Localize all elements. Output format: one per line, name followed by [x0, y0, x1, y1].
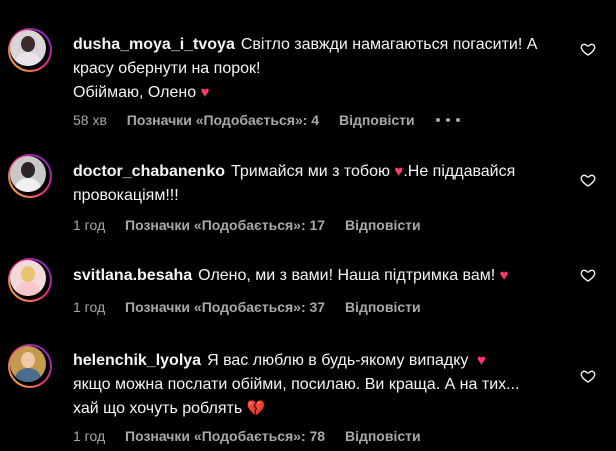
comment-time[interactable]: 1 год [73, 427, 105, 445]
comment-text: svitlana.besaha Олено, ми з вами! Наша пі… [73, 267, 509, 284]
comment-item: svitlana.besaha Олено, ми з вами! Наша пі… [0, 245, 616, 330]
heart-icon: ♥ [499, 267, 509, 284]
comment-meta: 1 год Позначки «Подобається»: 37 Відпові… [73, 298, 421, 316]
like-heart-icon[interactable] [580, 172, 596, 188]
heart-icon: ♥ [394, 163, 404, 180]
username[interactable]: dusha_moya_i_tvoya [73, 36, 235, 53]
likes-count[interactable]: Позначки «Подобається»: 17 [125, 216, 325, 234]
username[interactable]: helenchik_lyolya [73, 352, 201, 369]
broken-heart-icon: 💔 [246, 400, 266, 417]
reply-button[interactable]: Відповісти [345, 298, 421, 316]
likes-count[interactable]: Позначки «Подобається»: 37 [125, 298, 325, 316]
reply-button[interactable]: Відповісти [345, 427, 421, 445]
comment-item: doctor_chabanenko Тримайся ми з тобою ♥.Н… [0, 135, 616, 245]
likes-count[interactable]: Позначки «Подобається»: 78 [125, 427, 325, 445]
comment-meta: 58 хв Позначки «Подобається»: 4 Відповіс… [73, 111, 415, 129]
heart-icon: ♥ [200, 84, 210, 101]
more-options-icon[interactable] [436, 113, 460, 127]
reply-button[interactable]: Відповісти [345, 216, 421, 234]
comment-text: helenchik_lyolya Я вас люблю в будь-якому… [73, 352, 520, 417]
comment-text: dusha_moya_i_tvoya Світло завжди намагают… [73, 36, 538, 101]
comment-time[interactable]: 1 год [73, 298, 105, 316]
comment-item: dusha_moya_i_tvoya Світло завжди намагают… [0, 0, 616, 135]
username[interactable]: doctor_chabanenko [73, 163, 225, 180]
comment-time[interactable]: 58 хв [73, 111, 107, 129]
avatar[interactable] [8, 258, 52, 302]
likes-count[interactable]: Позначки «Подобається»: 4 [127, 111, 319, 129]
reply-button[interactable]: Відповісти [339, 111, 415, 129]
like-heart-icon[interactable] [580, 267, 596, 283]
comment-meta: 1 год Позначки «Подобається»: 78 Відпові… [73, 427, 421, 445]
comment-time[interactable]: 1 год [73, 216, 105, 234]
username[interactable]: svitlana.besaha [73, 267, 192, 284]
comment-meta: 1 год Позначки «Подобається»: 17 Відпові… [73, 216, 421, 234]
avatar[interactable] [8, 28, 52, 72]
like-heart-icon[interactable] [580, 41, 596, 57]
heart-icon: ♥ [472, 352, 486, 369]
comment-item: helenchik_lyolya Я вас люблю в будь-якому… [0, 330, 616, 451]
comments-panel: dusha_moya_i_tvoya Світло завжди намагают… [0, 0, 616, 451]
comment-text: doctor_chabanenko Тримайся ми з тобою ♥.Н… [73, 163, 516, 204]
like-heart-icon[interactable] [580, 368, 596, 384]
avatar[interactable] [8, 344, 52, 388]
avatar[interactable] [8, 154, 52, 198]
